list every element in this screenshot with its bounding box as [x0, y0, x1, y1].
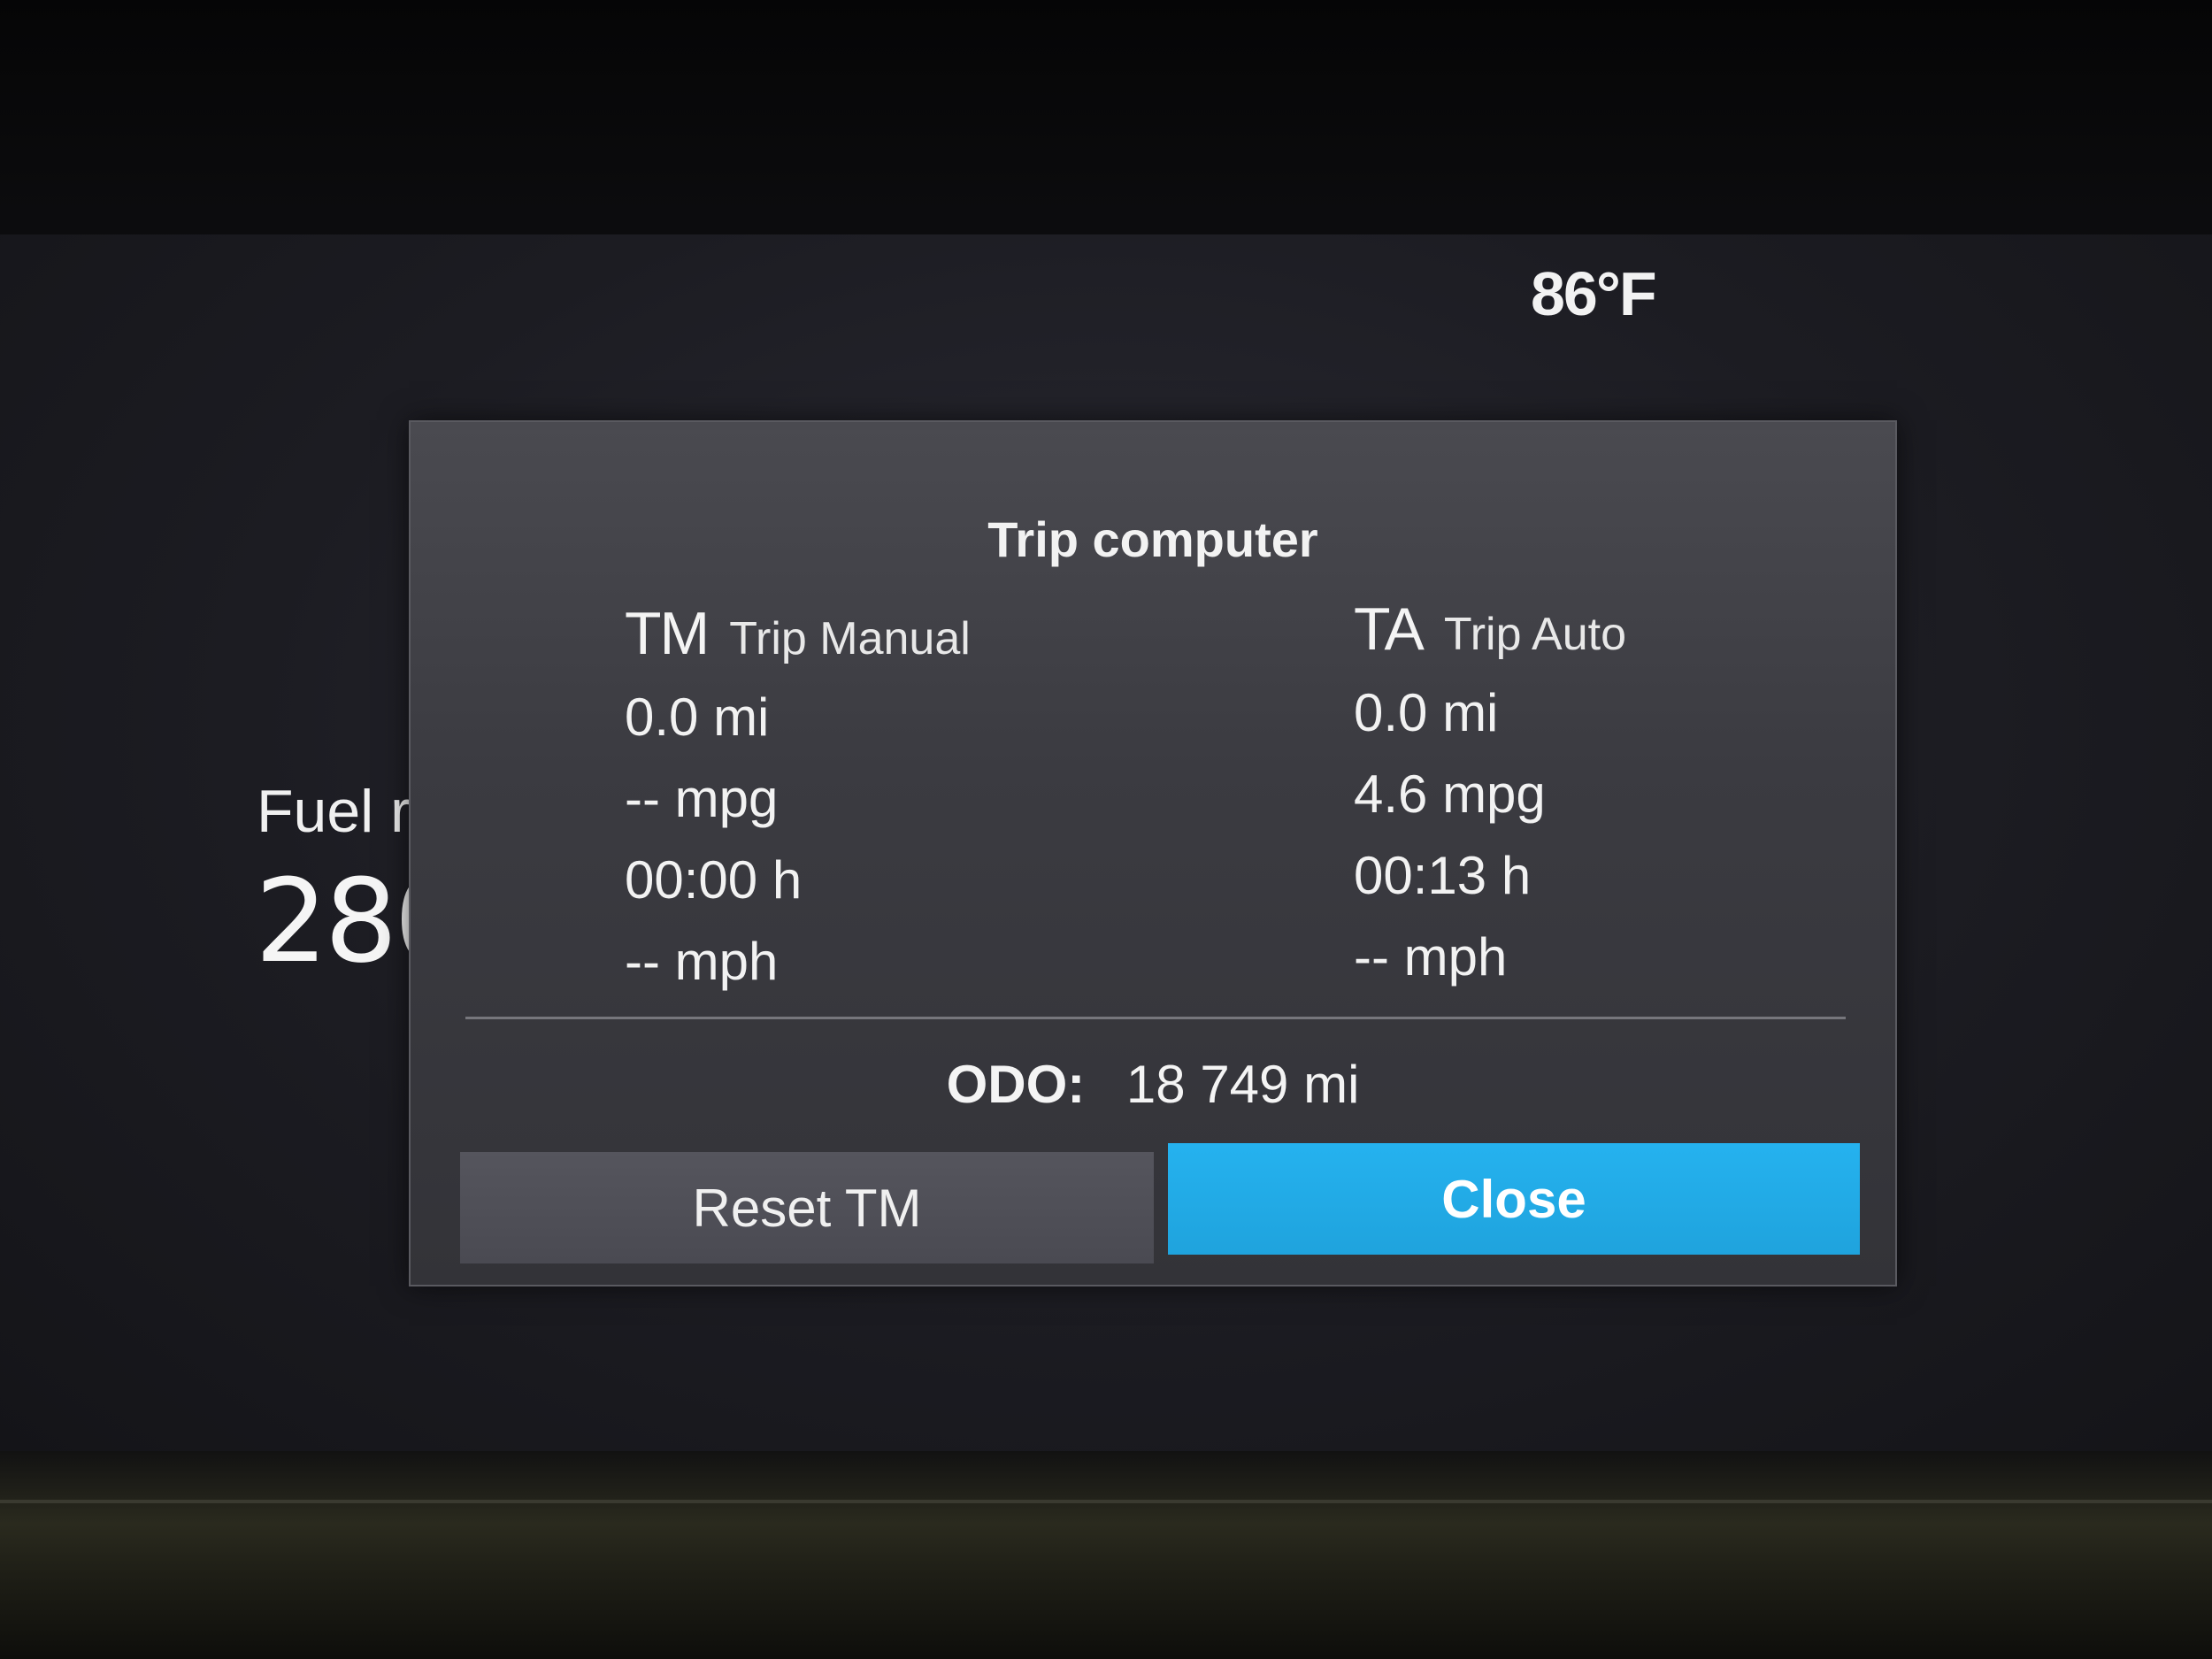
trip-auto-time: 00:13 h	[1354, 846, 1532, 905]
dashboard-trim	[0, 1451, 2212, 1659]
trip-computer-dialog: Trip computer TM Trip Manual 0.0 mi -- m…	[409, 420, 1897, 1286]
trip-auto-distance: 0.0 mi	[1354, 683, 1499, 742]
dialog-button-bar: Reset TM Close	[460, 1143, 1860, 1263]
trip-manual-code: TM	[625, 600, 710, 667]
display-bezel-top	[0, 0, 2212, 248]
close-button[interactable]: Close	[1168, 1143, 1860, 1255]
trip-auto-speed: -- mph	[1354, 927, 1508, 987]
outside-temperature: 86°F	[1531, 259, 1657, 328]
trip-auto-code: TA	[1354, 595, 1425, 663]
dialog-divider	[465, 1017, 1846, 1019]
trip-auto-column: TA Trip Auto 0.0 mi 4.6 mpg 00:13 h -- m…	[1354, 595, 1920, 998]
trip-manual-header: TM Trip Manual	[625, 599, 1191, 677]
trip-manual-time: 00:00 h	[625, 850, 803, 910]
trip-auto-header: TA Trip Auto	[1354, 595, 1920, 672]
reset-tm-button[interactable]: Reset TM	[460, 1152, 1154, 1263]
trip-auto-name: Trip Auto	[1443, 609, 1627, 660]
odometer-value: 18 749 mi	[1125, 1055, 1360, 1114]
trip-manual-speed: -- mph	[625, 932, 779, 991]
dialog-title: Trip computer	[987, 511, 1318, 567]
trim-divider	[0, 1500, 2212, 1503]
trip-manual-name: Trip Manual	[729, 613, 971, 664]
trip-auto-fuel-economy: 4.6 mpg	[1354, 764, 1546, 824]
trip-manual-column: TM Trip Manual 0.0 mi -- mpg 00:00 h -- …	[625, 599, 1191, 1002]
odometer-label: ODO:	[946, 1055, 1086, 1114]
trip-manual-fuel-economy: -- mpg	[625, 769, 779, 828]
odometer: ODO: 18 749 mi	[411, 1054, 1895, 1115]
trip-manual-distance: 0.0 mi	[625, 687, 770, 747]
